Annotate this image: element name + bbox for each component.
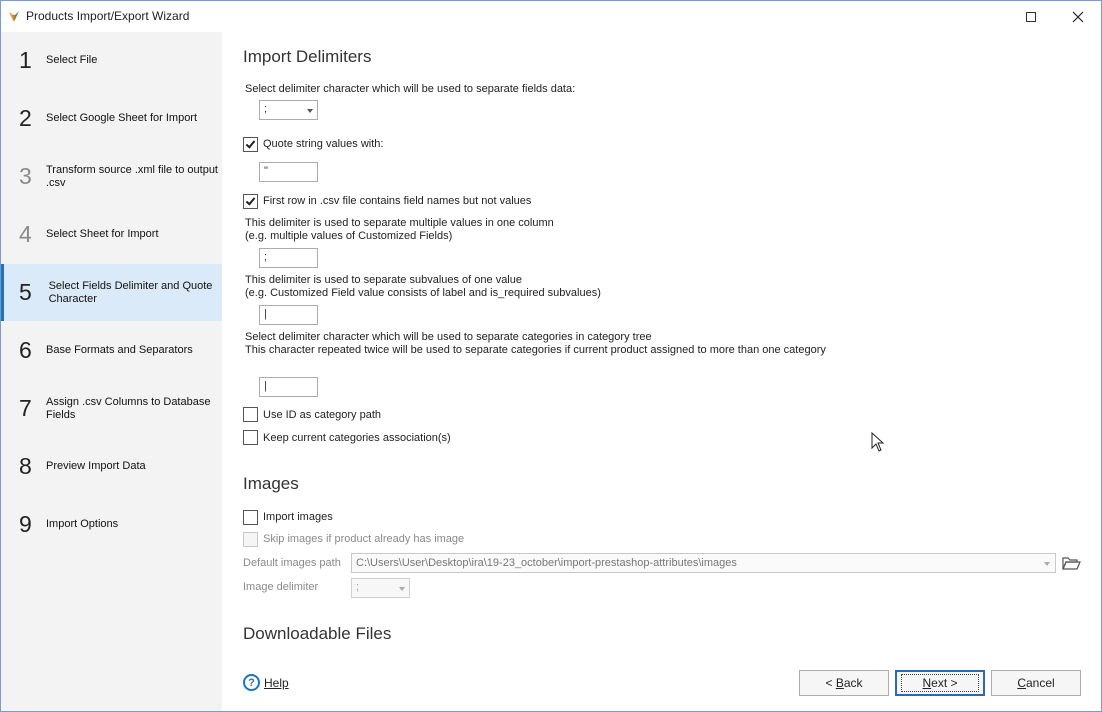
next-button[interactable]: Next > xyxy=(895,670,985,696)
step-select-sheet[interactable]: 4 Select Sheet for Import xyxy=(1,206,222,263)
step-preview-import[interactable]: 8 Preview Import Data xyxy=(1,438,222,495)
help-link[interactable]: ? Help xyxy=(243,674,289,691)
maximize-button[interactable] xyxy=(1008,1,1054,32)
step-label: Import Options xyxy=(46,518,119,530)
back-button-label: < Back xyxy=(825,676,863,690)
main-content: Import Delimiters Select delimiter chara… xyxy=(222,32,1102,711)
step-label: Assign .csv Columns to Database Fields xyxy=(46,395,211,421)
quote-values-label: Quote string values with: xyxy=(263,138,384,150)
images-heading: Images xyxy=(243,474,299,493)
skip-existing-images-label: Skip images if product already has image xyxy=(263,533,465,545)
checkmark-icon xyxy=(245,138,256,149)
step-label: Select Google Sheet for Import xyxy=(46,112,198,124)
step-label: Select Fields Delimiter and Quote Charac… xyxy=(48,279,213,305)
step-number: 6 xyxy=(19,337,32,363)
window-title: Products Import/Export Wizard xyxy=(26,9,190,23)
step-number: 1 xyxy=(19,47,32,73)
wizard-steps-sidebar: 1 Select File 2 Select Google Sheet for … xyxy=(1,32,222,711)
quote-values-checkbox[interactable] xyxy=(243,137,258,152)
multi-value-delimiter-input[interactable]: ; xyxy=(259,248,318,268)
step-label: Base Formats and Separators xyxy=(46,344,193,356)
browse-folder-button[interactable] xyxy=(1060,553,1082,573)
step-number: 9 xyxy=(19,511,32,537)
step-assign-columns[interactable]: 7 Assign .csv Columns to Database Fields xyxy=(1,380,222,437)
step-transform-xml[interactable]: 3 Transform source .xml file to output .… xyxy=(1,148,222,205)
multi-value-delimiter-hint: (e.g. multiple values of Customized Fiel… xyxy=(245,230,453,242)
cancel-button[interactable]: Cancel xyxy=(991,670,1081,696)
cancel-button-label: Cancel xyxy=(1017,676,1055,690)
step-number: 7 xyxy=(19,395,32,421)
import-delimiters-heading: Import Delimiters xyxy=(243,47,372,66)
help-icon: ? xyxy=(243,674,260,691)
downloadable-files-heading: Downloadable Files xyxy=(243,624,392,643)
image-delimiter-value: ; xyxy=(356,581,360,593)
step-number: 3 xyxy=(19,163,32,189)
app-logo-icon xyxy=(9,11,19,22)
wizard-window: Products Import/Export Wizard 1 Select F… xyxy=(0,0,1102,712)
step-import-options[interactable]: 9 Import Options xyxy=(1,496,222,553)
step-number: 5 xyxy=(19,279,32,305)
maximize-icon xyxy=(1026,11,1036,22)
next-button-label: Next > xyxy=(901,674,979,692)
keep-categories-association-label: Keep current categories association(s) xyxy=(263,432,451,444)
step-number: 8 xyxy=(19,453,32,479)
subvalue-delimiter-input[interactable]: | xyxy=(259,305,318,325)
field-delimiter-value: ; xyxy=(264,103,268,115)
subvalue-delimiter-label: This delimiter is used to separate subva… xyxy=(245,274,522,286)
category-delimiter-hint: This character repeated twice will be us… xyxy=(245,344,826,356)
skip-existing-images-checkbox[interactable] xyxy=(243,532,258,547)
step-select-file[interactable]: 1 Select File xyxy=(1,32,222,89)
images-path-value: C:\Users\User\Desktop\ira\19-23_october\… xyxy=(356,557,737,569)
chevron-down-icon xyxy=(399,587,405,591)
field-delimiter-select[interactable]: ; xyxy=(259,100,318,120)
images-path-field[interactable]: C:\Users\User\Desktop\ira\19-23_october\… xyxy=(351,553,1056,573)
first-row-field-names-checkbox[interactable] xyxy=(243,194,258,209)
close-icon xyxy=(1072,11,1084,22)
step-base-formats[interactable]: 6 Base Formats and Separators xyxy=(1,322,222,379)
step-label: Transform source .xml file to output .cs… xyxy=(46,163,218,189)
multi-value-delimiter-label: This delimiter is used to separate multi… xyxy=(245,217,554,229)
use-id-category-path-label: Use ID as category path xyxy=(263,409,382,421)
step-label: Preview Import Data xyxy=(46,460,146,472)
keep-categories-association-checkbox[interactable] xyxy=(243,430,258,445)
first-row-field-names-label: First row in .csv file contains field na… xyxy=(263,195,532,207)
checkmark-icon xyxy=(245,195,256,206)
image-delimiter-select[interactable]: ; xyxy=(351,578,410,598)
help-label: Help xyxy=(264,675,289,690)
field-delimiter-label: Select delimiter character which will be… xyxy=(245,83,576,95)
category-delimiter-label: Select delimiter character which will be… xyxy=(245,331,652,343)
quote-character-input[interactable]: " xyxy=(259,162,318,182)
folder-open-icon xyxy=(1062,557,1081,570)
back-button[interactable]: < Back xyxy=(799,670,889,696)
use-id-category-path-checkbox[interactable] xyxy=(243,407,258,422)
step-number: 4 xyxy=(19,221,32,247)
step-label: Select File xyxy=(46,54,98,66)
step-number: 2 xyxy=(19,105,32,131)
step-fields-delimiter[interactable]: 5 Select Fields Delimiter and Quote Char… xyxy=(1,264,222,321)
chevron-down-icon xyxy=(307,109,313,113)
step-label: Select Sheet for Import xyxy=(46,228,159,240)
category-delimiter-input[interactable]: | xyxy=(259,377,318,397)
chevron-down-icon xyxy=(1044,562,1050,566)
step-select-google-sheet[interactable]: 2 Select Google Sheet for Import xyxy=(1,90,222,147)
import-images-label: Import images xyxy=(263,511,333,523)
close-button[interactable] xyxy=(1055,1,1101,32)
image-delimiter-label: Image delimiter xyxy=(243,581,319,593)
import-images-checkbox[interactable] xyxy=(243,510,258,525)
subvalue-delimiter-hint: (e.g. Customized Field value consists of… xyxy=(245,287,601,299)
mouse-pointer-icon xyxy=(871,432,885,452)
title-bar: Products Import/Export Wizard xyxy=(1,1,1101,32)
images-path-label: Default images path xyxy=(243,557,341,569)
